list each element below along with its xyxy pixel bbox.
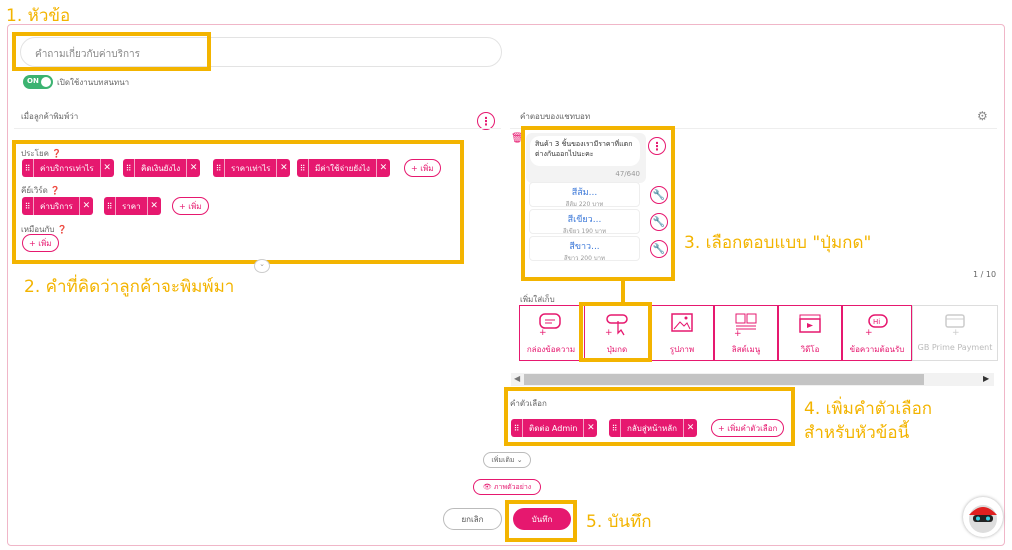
tile-welcome-message[interactable]: Hi + ข้อความต้อนรับ [842,305,912,361]
svg-text:+: + [734,329,742,336]
annotation-phrases: 2. คำที่คิดว่าลูกค้าจะพิมพ์มา [24,277,235,297]
divider [14,128,501,129]
scroll-left-icon[interactable]: ◀ [514,374,520,383]
scrollbar-thumb[interactable] [524,374,924,385]
annotation-choices: 4. เพิ่มคำตัวเลือก สำหรับหัวข้อนี้ [804,399,933,443]
cancel-button[interactable]: ยกเลิก [443,508,502,530]
annotation-save: 5. บันทึก [586,512,652,532]
chat-bubble-icon: + [539,313,561,338]
toggle-knob [41,77,51,87]
tile-list-menu[interactable]: + ลิสต์เมนู [714,305,778,361]
annotation-button: 3. เลือกตอบแบบ "ปุ่มกด" [684,233,872,253]
svg-text:+: + [952,328,960,336]
toggle-on-text: ON [27,77,39,85]
tile-image[interactable]: รูปภาพ [650,305,714,361]
highlight-button-reply [521,126,675,281]
highlight-phrases [12,140,464,264]
highlight-topic [12,32,211,71]
svg-text:+: + [865,328,873,336]
toggle-label: เปิดใช้งานบทสนทนา [57,78,130,87]
image-icon [671,313,693,332]
collapse-icon[interactable]: ⌄ [254,259,270,273]
highlight-button-tile [579,302,652,362]
hi-bubble-icon: Hi+ [865,314,888,338]
gear-icon[interactable]: ⚙ [977,109,988,123]
scroll-right-icon[interactable]: ▶ [983,374,989,383]
preview-button[interactable]: 👁 ภาพตัวอย่าง [473,479,541,495]
highlight-choices [504,387,795,446]
svg-text:+: + [539,328,547,336]
payment-icon: + [945,314,965,338]
customer-types-header: เมื่อลูกค้าพิมพ์ว่า [21,112,79,121]
highlight-save [505,500,577,542]
conversation-toggle[interactable]: ON [23,75,53,89]
list-menu-icon: + [734,313,757,339]
eye-icon: 👁 [482,483,492,491]
tile-gb-prime-payment: + GB Prime Payment [912,305,998,361]
svg-text:Hi: Hi [873,318,880,326]
chatbot-avatar[interactable] [963,497,1003,537]
page-indicator: 1 / 10 [973,270,997,279]
tile-textbox[interactable]: + กล่องข้อความ [519,305,583,361]
robot-avatar-icon [969,505,997,533]
bot-reply-header: คำตอบของแชทบอท [520,112,591,121]
tile-video[interactable]: วิดีโอ [778,305,842,361]
clapperboard-icon [799,314,821,333]
more-toggle[interactable]: เพิ่มเติม ⌄ [483,452,531,468]
